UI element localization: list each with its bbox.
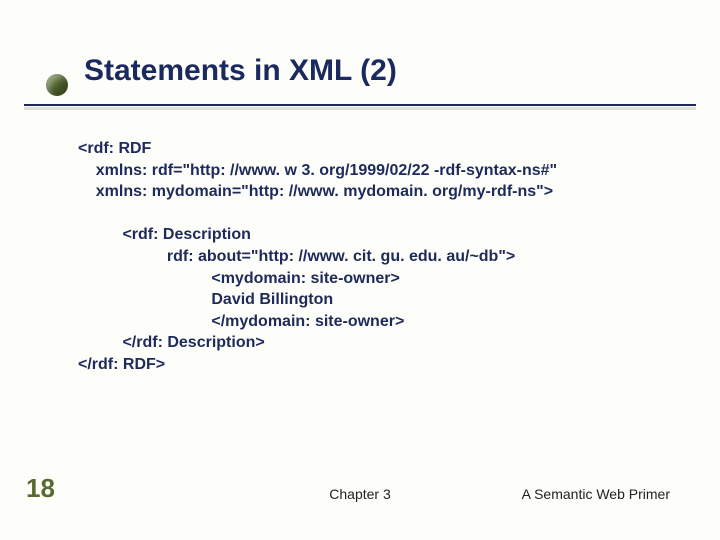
title-rule [24, 104, 696, 106]
slide: Statements in XML (2) <rdf: RDF xmlns: r… [0, 0, 720, 540]
slide-number: 18 [26, 473, 55, 504]
slide-title: Statements in XML (2) [84, 54, 660, 88]
code-block: <rdf: RDF xmlns: rdf="http: //www. w 3. … [78, 138, 680, 376]
title-rule-shadow [24, 107, 696, 110]
title-bullet-icon [46, 74, 68, 96]
footer-book-title: A Semantic Web Primer [522, 486, 670, 502]
footer-chapter: Chapter 3 [329, 486, 390, 502]
